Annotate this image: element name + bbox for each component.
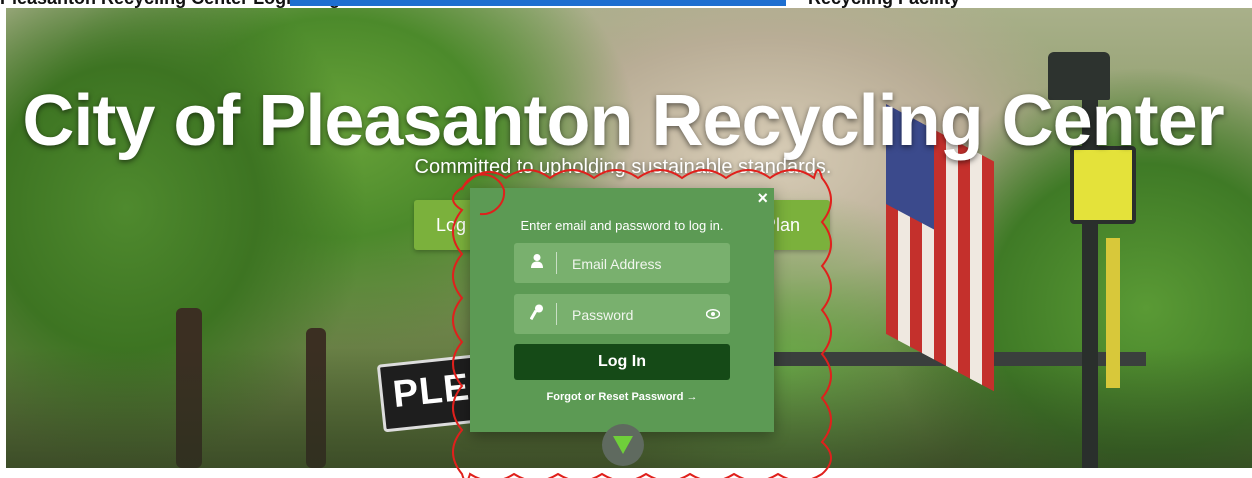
login-modal: × Enter email and password to log in. Lo… [470, 188, 774, 432]
forgot-password-link[interactable]: Forgot or Reset Password → [470, 391, 774, 403]
email-input[interactable] [570, 243, 704, 285]
email-field[interactable] [514, 243, 730, 285]
triangle-down-icon [613, 436, 633, 454]
text-selection-highlight [290, 0, 786, 6]
field-separator [556, 303, 557, 325]
close-icon[interactable]: × [757, 188, 768, 209]
scroll-down-button[interactable] [602, 424, 644, 466]
user-icon [528, 253, 546, 273]
login-instructions: Enter email and password to log in. [520, 218, 724, 233]
street-sign-text: PLE [390, 366, 472, 417]
site-tagline: Committed to upholding sustainable stand… [414, 156, 832, 178]
login-button[interactable]: Log In [514, 344, 730, 380]
field-separator [556, 252, 557, 274]
eye-icon[interactable] [705, 307, 721, 321]
password-input[interactable] [570, 294, 704, 336]
street-banner [1106, 238, 1120, 388]
password-field[interactable] [514, 294, 730, 336]
top-text-fragment-right: Recycling Facility [808, 0, 960, 8]
site-title: City of Pleasanton Recycling Center [22, 81, 1224, 161]
key-icon [528, 304, 546, 324]
top-strip: Pleasanton Recycling Center Login Page R… [0, 0, 1252, 8]
